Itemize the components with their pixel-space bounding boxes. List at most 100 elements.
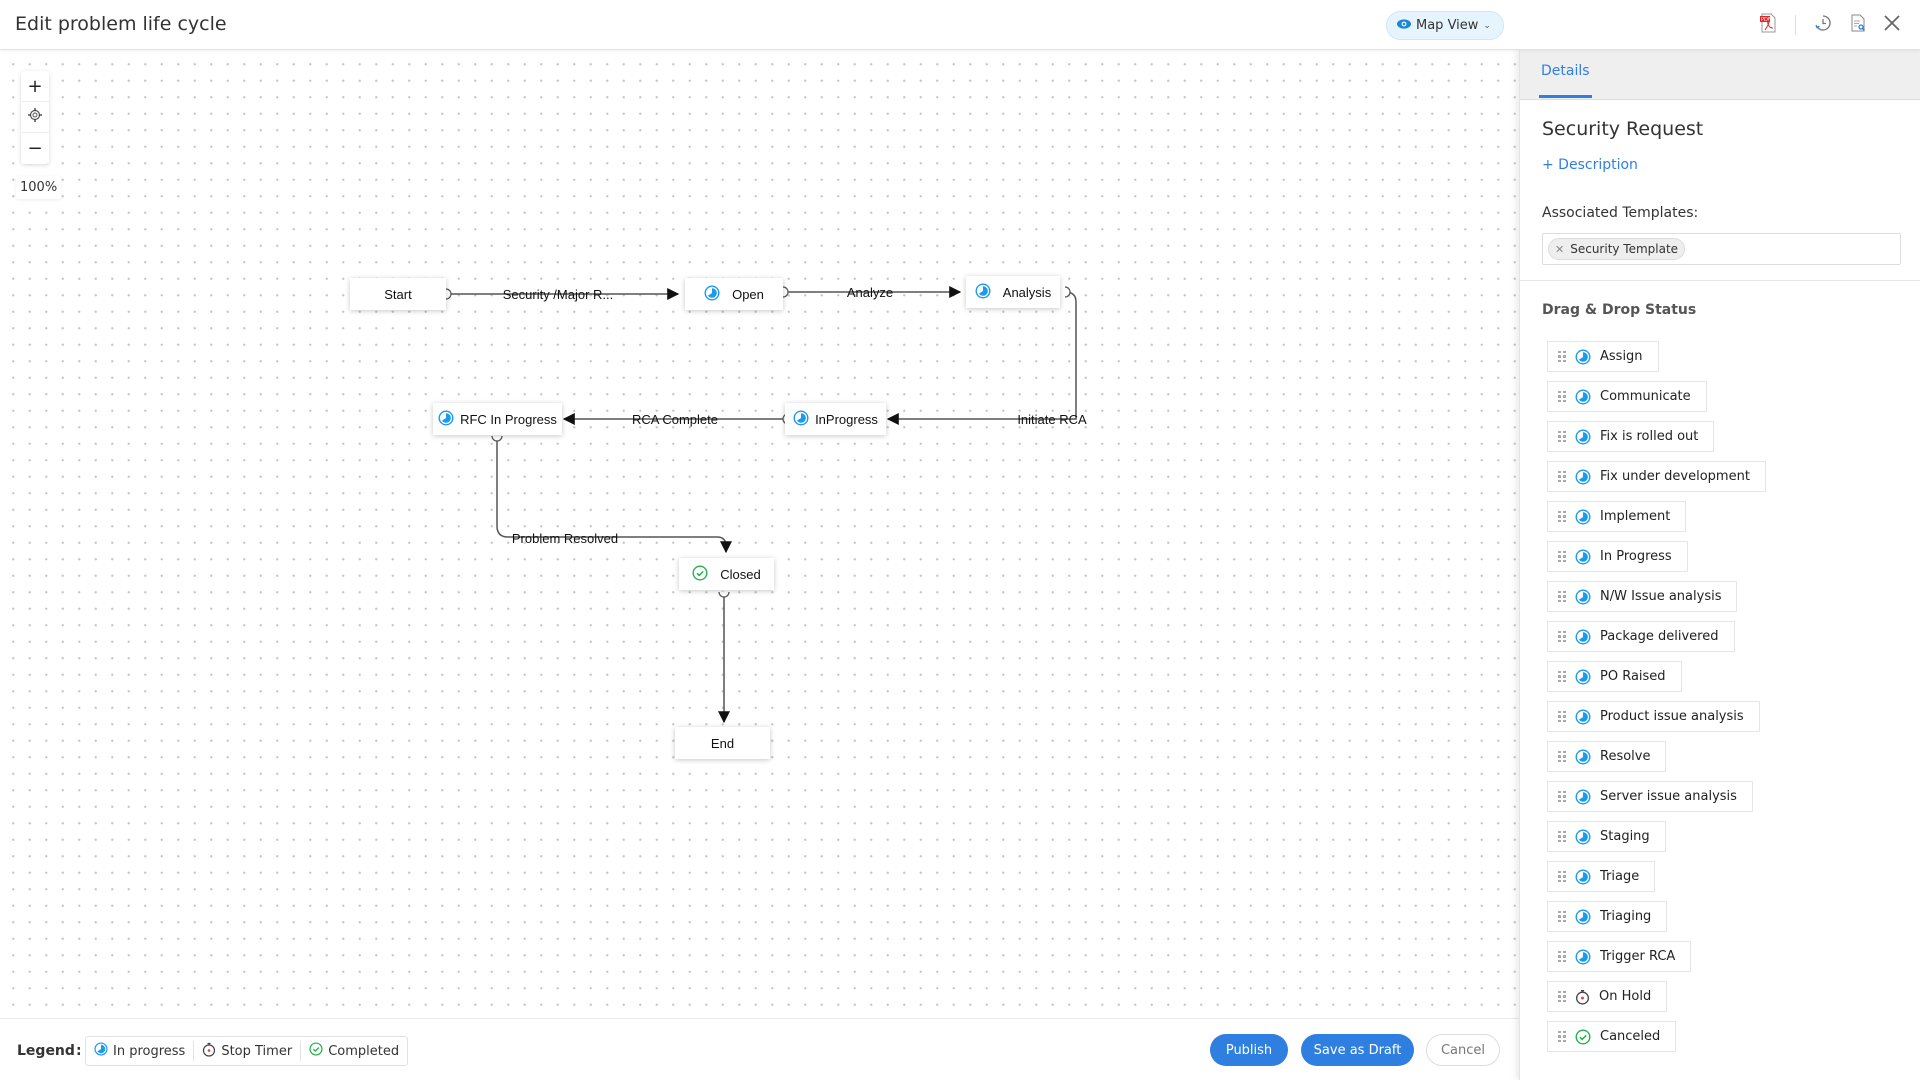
drag-handle-icon[interactable]	[1558, 830, 1566, 843]
status-label: Resolve	[1600, 749, 1651, 764]
draggable-status-item[interactable]: Canceled	[1547, 1021, 1677, 1052]
close-icon[interactable]	[1884, 15, 1900, 35]
template-chip: ✕ Security Template	[1548, 238, 1686, 260]
draggable-status-item[interactable]: Package delivered	[1547, 621, 1735, 652]
draggable-status-item[interactable]: Resolve	[1547, 741, 1667, 772]
draggable-status-item[interactable]: Fix is rolled out	[1547, 421, 1715, 452]
panel-tabs: Details	[1520, 50, 1920, 100]
draggable-status-item[interactable]: Staging	[1547, 821, 1666, 852]
publish-button[interactable]: Publish	[1210, 1034, 1288, 1066]
draggable-status-item[interactable]: Triaging	[1547, 901, 1668, 932]
node-end[interactable]: End	[675, 727, 770, 759]
page-title: Edit problem life cycle	[15, 13, 227, 35]
view-selector-dropdown[interactable]: Map View ⌄	[1386, 11, 1504, 40]
transition-label[interactable]: Security /Major R...	[500, 283, 616, 305]
associated-templates-input[interactable]: ✕ Security Template	[1542, 233, 1901, 265]
status-label: Triage	[1600, 869, 1640, 884]
stopwatch-icon	[1575, 989, 1590, 1005]
legend-item-completed: Completed	[301, 1041, 407, 1061]
legend-item-in-progress: In progress	[86, 1041, 195, 1061]
drag-handle-icon[interactable]	[1558, 750, 1566, 763]
drag-handle-icon[interactable]	[1558, 430, 1566, 443]
drag-handle-icon[interactable]	[1558, 550, 1566, 563]
status-label: PO Raised	[1600, 669, 1666, 684]
node-open[interactable]: Open	[685, 278, 783, 310]
node-closed[interactable]: Closed	[679, 558, 774, 590]
drag-handle-icon[interactable]	[1558, 390, 1566, 403]
completed-icon	[309, 1042, 323, 1060]
in-progress-icon	[1575, 868, 1591, 885]
draggable-status-item[interactable]: Server issue analysis	[1547, 781, 1753, 812]
cancel-button[interactable]: Cancel	[1426, 1034, 1500, 1066]
port-closed	[718, 591, 730, 598]
edge-analysis-inprogress	[886, 291, 1077, 425]
node-label: End	[710, 735, 735, 751]
draggable-status-item[interactable]: On Hold	[1547, 981, 1668, 1012]
document-search-icon[interactable]	[1850, 14, 1866, 36]
draggable-status-item[interactable]: In Progress	[1547, 541, 1688, 572]
in-progress-icon	[1575, 548, 1591, 565]
legend: In progress Stop Timer Completed	[85, 1036, 409, 1066]
remove-chip-icon[interactable]: ✕	[1555, 243, 1564, 256]
drag-handle-icon[interactable]	[1558, 870, 1566, 883]
drag-handle-icon[interactable]	[1558, 350, 1566, 363]
drag-handle-icon[interactable]	[1558, 990, 1566, 1003]
lifecycle-name[interactable]: Security Request	[1542, 118, 1703, 140]
zoom-out-button[interactable]: −	[21, 133, 49, 164]
node-start[interactable]: Start	[350, 278, 446, 310]
status-label: Server issue analysis	[1600, 789, 1737, 804]
node-label: RFC In Progress	[460, 411, 557, 427]
drag-handle-icon[interactable]	[1558, 470, 1566, 483]
status-label: On Hold	[1599, 989, 1652, 1004]
pdf-icon[interactable]: PDF	[1759, 13, 1777, 37]
in-progress-icon	[1575, 348, 1591, 365]
drag-handle-icon[interactable]	[1558, 950, 1566, 963]
draggable-status-item[interactable]: Triage	[1547, 861, 1656, 892]
drag-handle-icon[interactable]	[1558, 1030, 1566, 1043]
status-label: Fix is rolled out	[1600, 429, 1699, 444]
view-selector-label: Map View	[1416, 18, 1479, 33]
add-description-link[interactable]: + Description	[1542, 157, 1638, 173]
draggable-status-item[interactable]: Product issue analysis	[1547, 701, 1760, 732]
draggable-status-item[interactable]: Implement	[1547, 501, 1687, 532]
in-progress-icon	[793, 409, 809, 429]
drag-handle-icon[interactable]	[1558, 590, 1566, 603]
status-list: Assign Communicate Fix is rolled out Fix un…	[1547, 341, 1766, 1052]
transition-label[interactable]: Problem Resolved	[508, 527, 622, 549]
status-label: Triaging	[1600, 909, 1652, 924]
in-progress-icon	[1575, 428, 1591, 445]
draggable-status-item[interactable]: Assign	[1547, 341, 1659, 372]
footer: Legend : In progress Stop Timer Complete…	[0, 1018, 1519, 1080]
legend-label: Legend	[17, 1043, 75, 1059]
in-progress-icon	[1575, 908, 1591, 925]
save-draft-button[interactable]: Save as Draft	[1301, 1034, 1414, 1066]
transition-label[interactable]: RCA Complete	[626, 408, 724, 430]
draggable-status-item[interactable]: Communicate	[1547, 381, 1707, 412]
in-progress-icon	[438, 409, 454, 429]
drag-handle-icon[interactable]	[1558, 710, 1566, 723]
in-progress-icon	[704, 284, 720, 304]
transition-label[interactable]: Initiate RCA	[1008, 408, 1096, 430]
history-icon[interactable]	[1814, 14, 1832, 36]
transition-label[interactable]: Analyze	[838, 281, 902, 303]
draggable-status-item[interactable]: PO Raised	[1547, 661, 1682, 692]
node-analysis[interactable]: Analysis	[966, 276, 1060, 308]
draggable-status-item[interactable]: Trigger RCA	[1547, 941, 1692, 972]
legend-item-stop-timer: Stop Timer	[194, 1041, 302, 1061]
drag-handle-icon[interactable]	[1558, 670, 1566, 683]
drag-handle-icon[interactable]	[1558, 790, 1566, 803]
status-label: Trigger RCA	[1600, 949, 1676, 964]
section-divider	[1520, 280, 1920, 281]
associated-templates-label: Associated Templates:	[1542, 205, 1699, 221]
recenter-button[interactable]	[21, 102, 49, 133]
node-rfc-in-progress[interactable]: RFC In Progress	[433, 403, 562, 435]
draggable-status-item[interactable]: N/W Issue analysis	[1547, 581, 1738, 612]
drag-handle-icon[interactable]	[1558, 630, 1566, 643]
draggable-status-item[interactable]: Fix under development	[1547, 461, 1766, 492]
drag-handle-icon[interactable]	[1558, 510, 1566, 523]
node-inprogress[interactable]: InProgress	[785, 403, 886, 435]
zoom-in-button[interactable]: +	[21, 71, 49, 102]
drag-handle-icon[interactable]	[1558, 910, 1566, 923]
tab-details[interactable]: Details	[1539, 63, 1592, 98]
port-open	[782, 286, 789, 298]
